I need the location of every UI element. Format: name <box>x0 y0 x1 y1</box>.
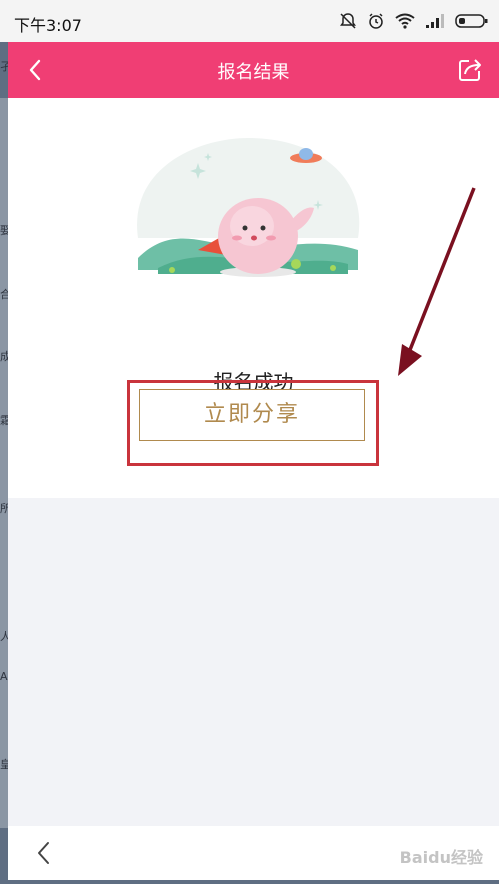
battery-icon <box>455 14 488 28</box>
share-icon[interactable] <box>457 57 483 83</box>
bottom-bar: Baidu经验 <box>8 826 499 880</box>
status-time: 下午3:07 <box>14 16 82 35</box>
wifi-icon <box>395 13 415 29</box>
annotation-arrow-icon <box>398 187 476 376</box>
bottom-back-button[interactable] <box>32 840 56 866</box>
app-screen: 报名结果 报名成功 立即分享 Baidu经验 <box>8 42 499 880</box>
status-icons <box>339 12 489 30</box>
signal-icon <box>426 14 444 28</box>
alarm-icon <box>369 13 383 29</box>
mute-bell-icon <box>340 13 356 29</box>
page-title: 报名结果 <box>217 62 290 83</box>
annotation-highlight-box <box>127 380 379 466</box>
mascot-illustration <box>137 138 360 277</box>
background-char: A <box>0 670 8 683</box>
status-bar: 下午3:07 <box>0 0 499 42</box>
baidu-watermark: Baidu经验 <box>399 848 483 867</box>
chevron-left-icon <box>38 842 49 864</box>
navigation-bar: 报名结果 <box>8 42 499 98</box>
